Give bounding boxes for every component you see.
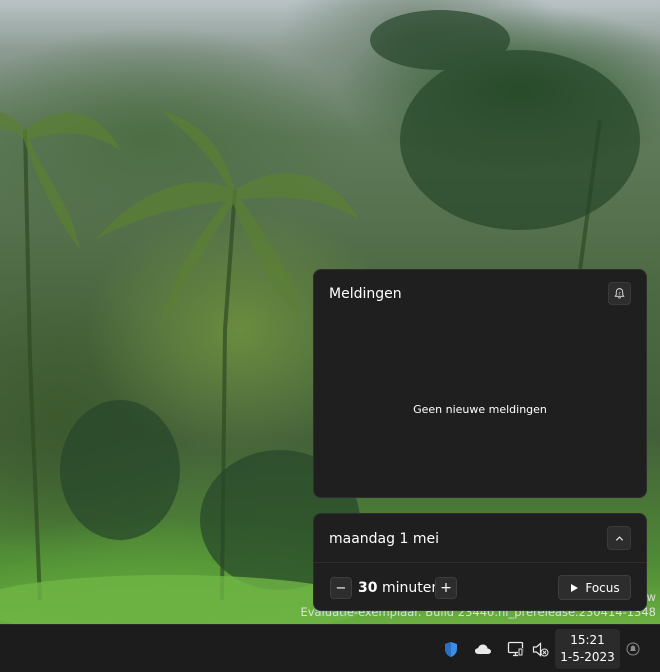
focus-decrease-button[interactable]: − (330, 577, 352, 599)
start-focus-button[interactable]: Focus (558, 575, 631, 600)
taskbar: 15:21 1-5-2023 (0, 624, 660, 672)
panel-divider (314, 562, 646, 563)
network-icon[interactable] (505, 639, 525, 659)
calendar-date-label: maandag 1 mei (329, 531, 439, 547)
notifications-title: Meldingen (329, 286, 402, 302)
play-icon (571, 583, 579, 592)
focus-duration: 30 minuten (358, 580, 440, 596)
no-notifications-message: Geen nieuwe meldingen (413, 403, 547, 416)
start-focus-label: Focus (585, 580, 620, 595)
calendar-collapse-button[interactable] (607, 526, 631, 550)
onedrive-cloud-icon[interactable] (473, 639, 493, 659)
watermark-line-1: w (646, 590, 656, 604)
focus-increase-button[interactable]: + (435, 577, 457, 599)
clock-time: 15:21 (570, 633, 605, 647)
focus-duration-unit: minuten (381, 580, 441, 596)
chevron-up-icon (615, 535, 623, 541)
svg-text:z: z (618, 290, 620, 295)
calendar-focus-panel: maandag 1 mei − 30 minuten + Focus (313, 513, 647, 611)
plus-icon: + (440, 580, 452, 596)
taskbar-clock[interactable]: 15:21 1-5-2023 (555, 629, 620, 669)
minus-icon: − (335, 580, 347, 596)
security-shield-icon[interactable] (441, 639, 461, 659)
volume-muted-icon[interactable] (530, 639, 550, 659)
do-not-disturb-button[interactable]: z (608, 282, 631, 305)
notification-badge-icon[interactable] (623, 639, 643, 659)
notifications-panel: Meldingen z Geen nieuwe meldingen (313, 269, 647, 498)
do-not-disturb-bell-icon: z (614, 288, 625, 299)
clock-date: 1-5-2023 (560, 650, 615, 664)
focus-duration-value: 30 (358, 580, 378, 596)
